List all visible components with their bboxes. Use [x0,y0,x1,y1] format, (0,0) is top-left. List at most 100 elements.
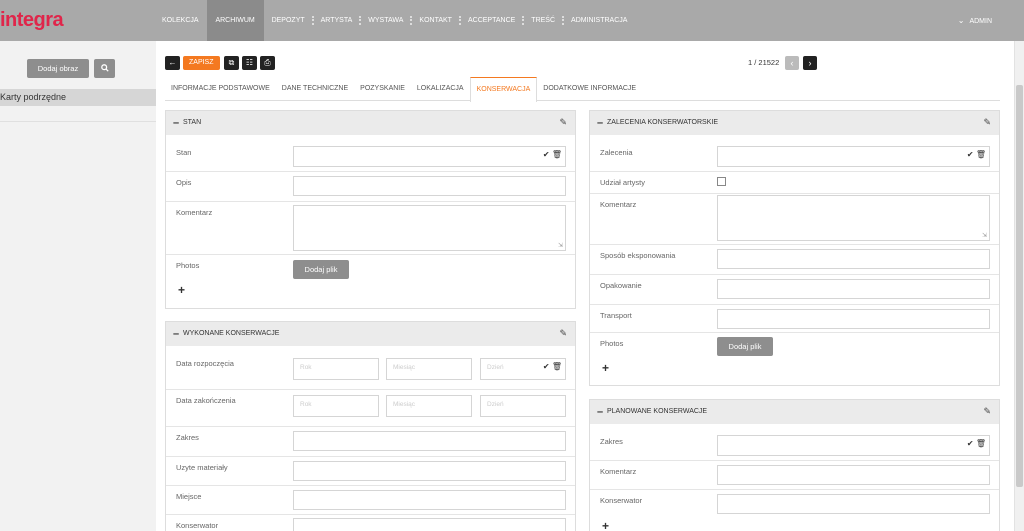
prev-record-button[interactable]: ‹ [785,56,799,70]
form-row: Sposób eksponowania [590,245,999,275]
copy-button[interactable]: ⧉ [224,56,239,70]
field-label: Udział artysty [600,178,646,187]
nav-item-tresc[interactable]: TREŚĆ [523,0,565,41]
pencil-icon[interactable]: ✎ [559,117,567,128]
divider [0,121,156,122]
field-label: Konserwator [176,521,219,530]
trash-icon[interactable]: 🗑 [552,362,562,371]
check-icon[interactable]: ✔ [543,362,550,371]
tab-basic-info[interactable]: INFORMACJE PODSTAWOWE [165,77,276,101]
save-button[interactable]: ZAPISZ [183,56,220,70]
end-year-input[interactable]: Rok [293,395,379,417]
collapse-icon[interactable]: – [597,117,603,129]
miejsce-input[interactable] [293,490,566,510]
panel-conservation-recommendations: – ZALECENIA KONSERWATORSKIE ✎ Zalecenia … [589,110,1000,386]
hierarchy-button[interactable]: ☷ [242,56,257,70]
add-image-button[interactable]: Dodaj obraz [27,59,89,78]
tab-bar: INFORMACJE PODSTAWOWE DANE TECHNICZNE PO… [165,77,1000,102]
form-row: Konserwator [166,515,575,531]
top-navbar: integra KOLEKCJA ARCHIWUM DEPOZYT ARTYST… [0,0,1024,41]
packaging-input[interactable] [717,279,990,299]
next-record-button[interactable]: › [803,56,817,70]
check-icon[interactable]: ✔ [967,439,974,448]
start-day-input[interactable]: Dzień ✔ 🗑 [480,358,566,380]
end-month-input[interactable]: Miesiąc [386,395,472,417]
add-file-button[interactable]: Dodaj plik [293,260,349,279]
nav-item-wystawa[interactable]: WYSTAWA [360,0,413,41]
nav-item-kontakt[interactable]: KONTAKT [411,0,461,41]
collapse-icon[interactable]: – [597,406,603,418]
plus-icon[interactable]: + [602,361,609,375]
pencil-icon[interactable]: ✎ [559,328,567,339]
nav-item-acceptance[interactable]: ACCEPTANCE [460,0,525,41]
check-icon[interactable]: ✔ [543,150,550,159]
materials-input[interactable] [293,461,566,481]
check-icon[interactable]: ✔ [967,150,974,159]
resize-handle[interactable]: ⇲ [558,242,563,249]
field-label: Data rozpoczęcia [176,359,234,368]
collapse-icon[interactable]: – [173,117,179,129]
konserwator-input[interactable] [717,494,990,514]
start-month-input[interactable]: Miesiąc [386,358,472,380]
logo[interactable]: integra [0,9,64,32]
artist-participation-checkbox[interactable] [717,177,726,186]
form-row: Opakowanie [590,275,999,305]
print-button[interactable]: ⎙ [260,56,275,70]
add-file-button[interactable]: Dodaj plik [717,337,773,356]
back-button[interactable]: ← [165,56,180,70]
field-label: Konserwator [600,496,643,505]
tab-additional-info[interactable]: DODATKOWE INFORMACJE [537,77,642,101]
zalecenia-select[interactable]: ✔ 🗑 [717,146,990,167]
trash-icon[interactable]: 🗑 [976,439,986,448]
tab-acquisition[interactable]: POZYSKANIE [354,77,411,101]
komentarz-textarea[interactable]: ⇲ [717,195,990,241]
panel-header: – STAN ✎ [166,111,575,135]
tab-conservation[interactable]: KONSERWACJA [469,77,538,102]
form-row: Udział artysty [590,172,999,194]
trash-icon[interactable]: 🗑 [976,150,986,159]
nav-item-administracja[interactable]: ADMINISTRACJA [563,0,635,41]
collapse-icon[interactable]: – [173,328,179,340]
sidebar: Dodaj obraz Karty podrzędne [0,41,156,531]
sidebar-item-child-cards[interactable]: Karty podrzędne [0,89,156,106]
plus-icon[interactable]: + [178,283,185,297]
tab-location[interactable]: LOKALIZACJA [411,77,470,101]
opis-input[interactable] [293,176,566,196]
plus-icon[interactable]: + [602,519,609,531]
search-button[interactable] [94,59,115,78]
form-row: Uzyte materiały [166,457,575,486]
form-row: Opis [166,172,575,202]
trash-icon[interactable]: 🗑 [552,150,562,159]
field-label: Sposób eksponowania [600,251,676,260]
komentarz-textarea[interactable]: ⇲ [293,205,566,251]
form-row: Zakres ✔ 🗑 [590,431,999,461]
exhibit-method-input[interactable] [717,249,990,269]
transport-input[interactable] [717,309,990,329]
nav-item-kolekcja[interactable]: KOLEKCJA [155,0,207,41]
nav-item-artysta[interactable]: ARTYSTA [313,0,362,41]
pencil-icon[interactable]: ✎ [983,117,991,128]
scrollbar-thumb[interactable] [1016,85,1023,487]
konserwator-input[interactable] [293,518,566,531]
panel-title: WYKONANE KONSERWACJE [183,330,280,337]
field-label: Opakowanie [600,281,642,290]
copy-icon: ⧉ [228,58,235,67]
zakres-input[interactable] [293,431,566,451]
page-scrollbar[interactable] [1014,41,1024,531]
field-label: Stan [176,148,192,157]
end-day-input[interactable]: Dzień [480,395,566,417]
user-menu[interactable]: ⌄ ADMIN [958,0,992,41]
tab-technical-data[interactable]: DANE TECHNICZNE [276,77,354,101]
komentarz-input[interactable] [717,465,990,485]
resize-handle[interactable]: ⇲ [982,232,987,239]
zakres-select[interactable]: ✔ 🗑 [717,435,990,456]
field-label: Zakres [600,437,623,446]
nav-item-archiwum[interactable]: ARCHIWUM [206,0,264,41]
form-row: Zakres [166,427,575,457]
nav-item-depozyt[interactable]: DEPOZYT [264,0,314,41]
pencil-icon[interactable]: ✎ [983,406,991,417]
field-label: Photos [176,261,200,270]
start-year-input[interactable]: Rok [293,358,379,380]
field-label: Zakres [176,433,199,442]
stan-select[interactable]: ✔ 🗑 [293,146,566,167]
